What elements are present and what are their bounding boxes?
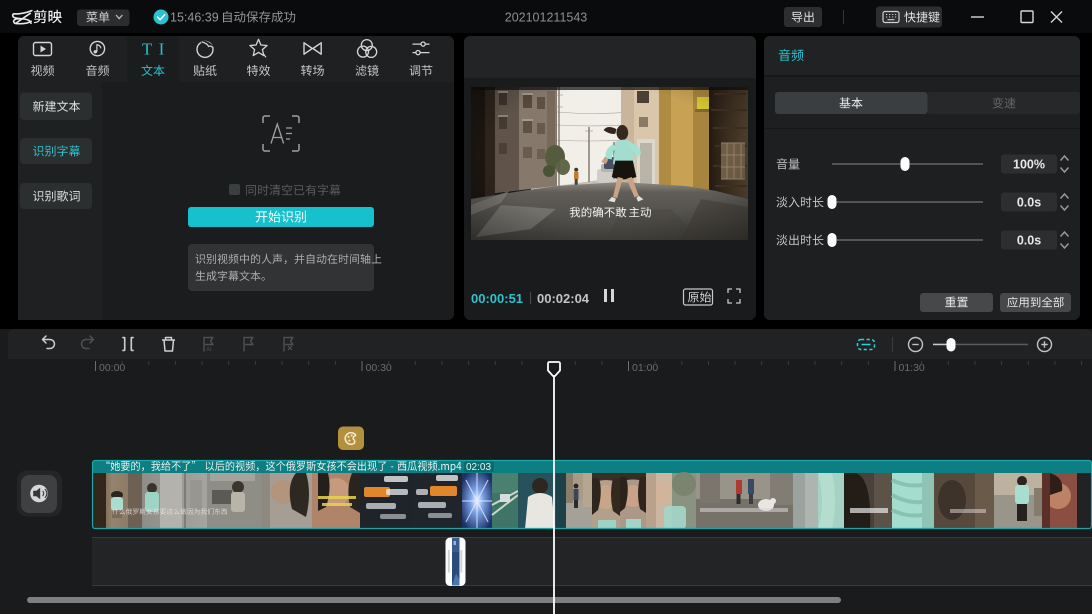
svg-text:100%: 100% <box>1013 158 1045 172</box>
svg-text:01:30: 01:30 <box>899 362 925 374</box>
svg-text:0.0s: 0.0s <box>1017 234 1041 248</box>
svg-text:00:00: 00:00 <box>99 362 125 374</box>
svg-text:0.0s: 0.0s <box>1017 196 1041 210</box>
svg-text:01:00: 01:00 <box>632 362 658 374</box>
svg-text:15:46:39: 15:46:39 <box>170 11 219 25</box>
svg-text:T: T <box>142 40 152 59</box>
svg-text:00:02:04: 00:02:04 <box>537 291 590 306</box>
svg-text:00:30: 00:30 <box>366 362 392 374</box>
svg-text:I: I <box>159 40 165 59</box>
svg-text:AI: AI <box>206 347 212 353</box>
svg-text:00:00:51: 00:00:51 <box>471 291 523 306</box>
svg-text:202101211543: 202101211543 <box>505 11 588 25</box>
svg-text:02:03: 02:03 <box>466 462 491 473</box>
